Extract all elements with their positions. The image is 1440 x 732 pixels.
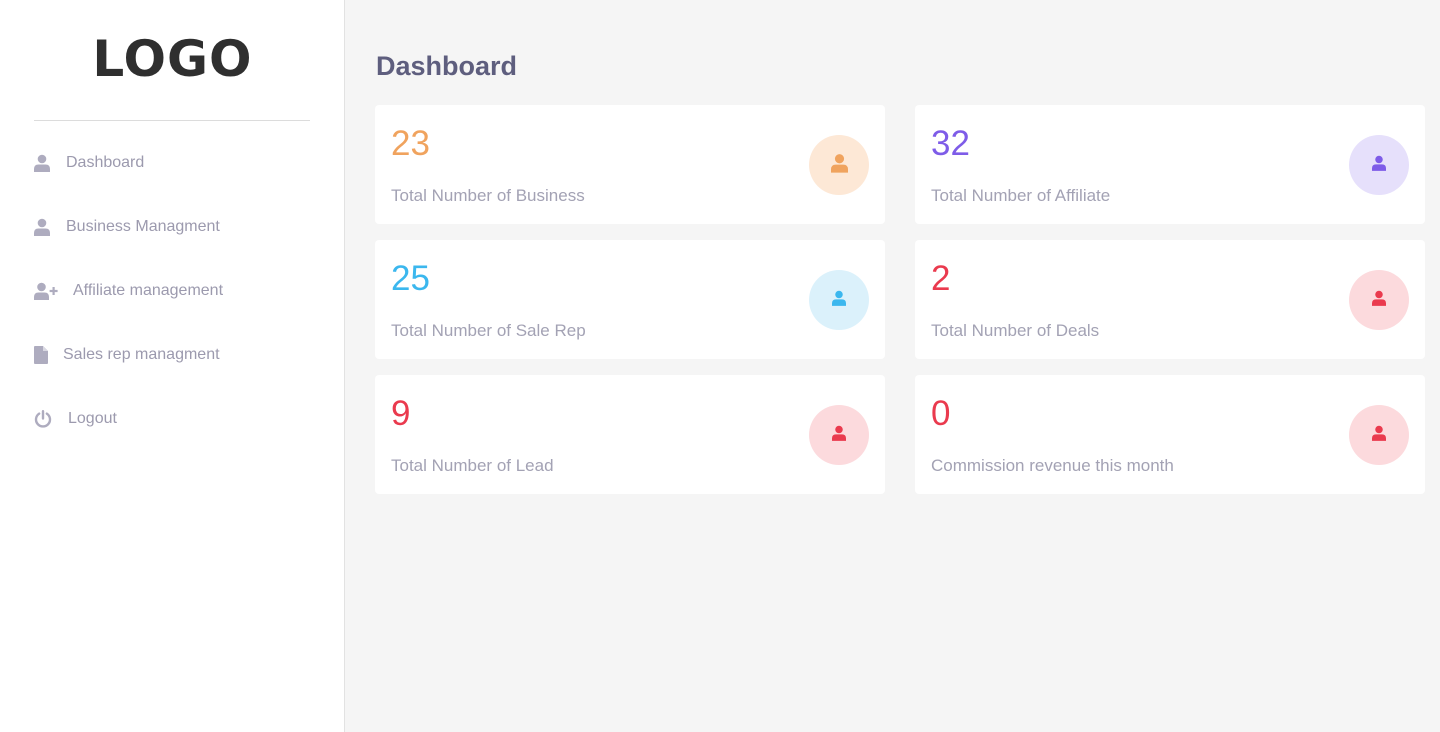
user-icon [1372,425,1386,446]
stat-card-business: 23 Total Number of Business [375,105,885,224]
stat-badge [809,135,869,195]
sidebar-nav: Dashboard Business Managment Affiliate m… [34,147,223,467]
stat-label: Total Number of Lead [391,456,554,475]
user-icon [832,290,846,311]
user-icon [1372,155,1386,176]
stat-card-deals: 2 Total Number of Deals [915,240,1425,359]
sidebar-item-sales-rep-managment[interactable]: Sales rep managment [34,339,223,371]
sidebar-item-logout[interactable]: Logout [34,403,223,435]
stat-badge [1349,135,1409,195]
sidebar-item-label: Business Managment [66,218,220,235]
stat-label: Total Number of Affiliate [931,186,1111,205]
stat-value: 32 [931,124,970,163]
stat-value: 25 [391,259,430,298]
sidebar-item-label: Affiliate management [73,282,224,299]
user-icon [832,425,846,446]
main-content: Dashboard 23 Total Number of Business 32… [345,0,1440,732]
user-icon [830,153,848,178]
stat-card-lead: 9 Total Number of Lead [375,375,885,494]
user-plus-icon [34,282,58,300]
stat-value: 23 [391,124,430,163]
user-icon [1372,290,1386,311]
stat-card-commission: 0 Commission revenue this month [915,375,1425,494]
user-icon [34,218,50,236]
stat-value: 2 [931,259,951,298]
sidebar-item-dashboard[interactable]: Dashboard [34,147,223,179]
stat-badge [1349,405,1409,465]
stat-label: Commission revenue this month [931,456,1174,475]
sidebar-item-label: Sales rep managment [63,346,220,363]
stat-badge [809,270,869,330]
stat-card-sale-rep: 25 Total Number of Sale Rep [375,240,885,359]
stat-label: Total Number of Deals [931,321,1100,340]
sidebar-item-label: Dashboard [66,154,145,171]
stat-badge [1349,270,1409,330]
sidebar-item-business-managment[interactable]: Business Managment [34,211,223,243]
stat-card-affiliate: 32 Total Number of Affiliate [915,105,1425,224]
file-icon [34,346,48,364]
sidebar-item-label: Logout [68,410,117,427]
power-icon [34,410,52,428]
stat-label: Total Number of Business [391,186,585,205]
logo: LOGO [92,30,253,88]
stat-badge [809,405,869,465]
user-icon [34,154,50,172]
sidebar-item-affiliate-management[interactable]: Affiliate management [34,275,223,307]
sidebar-divider [34,120,310,121]
stat-value: 9 [391,394,411,433]
sidebar: LOGO Dashboard Business Managment Affili… [0,0,345,732]
stat-value: 0 [931,394,951,433]
page-title: Dashboard [376,51,518,81]
stat-label: Total Number of Sale Rep [391,321,586,340]
